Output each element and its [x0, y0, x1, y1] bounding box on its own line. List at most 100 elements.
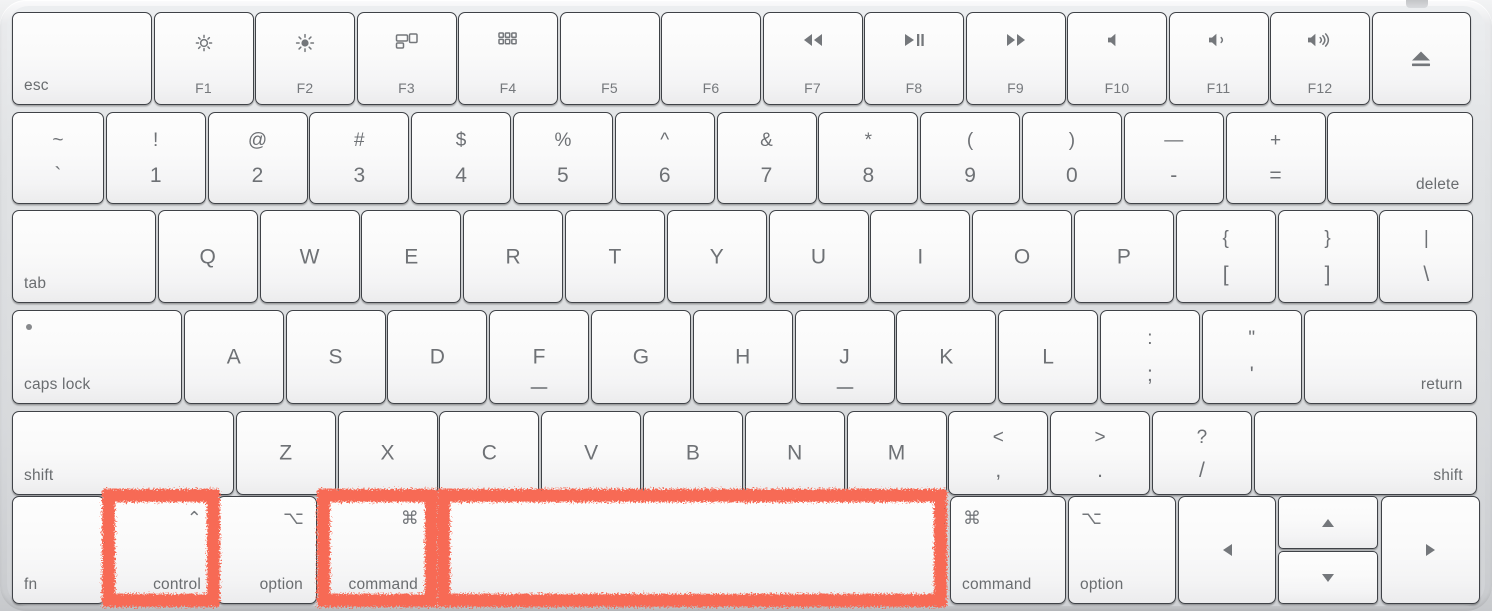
- key-fn[interactable]: fn: [12, 496, 105, 604]
- key-0[interactable]: ) 0: [1022, 112, 1122, 204]
- key-legend: [: [1222, 262, 1229, 286]
- key-quote[interactable]: " ': [1201, 310, 1302, 404]
- key-f5[interactable]: F5: [559, 12, 660, 105]
- key-bracketleft[interactable]: {[: [1175, 210, 1276, 303]
- key-arrow-left[interactable]: [1178, 496, 1276, 604]
- key-legend: caps lock: [24, 375, 91, 393]
- key-control[interactable]: ⌃ control: [107, 496, 215, 604]
- key-f10[interactable]: F10: [1067, 12, 1167, 105]
- key-legend-shifted: —: [1164, 130, 1184, 151]
- key-9[interactable]: (9: [920, 112, 1021, 204]
- key-equal[interactable]: + =: [1225, 112, 1326, 204]
- key-y[interactable]: Y: [666, 210, 767, 303]
- key-bracketright[interactable]: }]: [1277, 210, 1378, 303]
- key-legend-shifted: ?: [1196, 427, 1208, 449]
- key-option-right[interactable]: ⌥ option: [1068, 496, 1176, 604]
- key-arrow-up[interactable]: [1278, 496, 1378, 549]
- key-h[interactable]: H: [692, 310, 793, 404]
- key-minus[interactable]: — -: [1123, 112, 1224, 204]
- key-legend-shifted: {: [1222, 228, 1230, 250]
- key-6[interactable]: ^ 6: [614, 112, 715, 204]
- key-legend-shifted: &: [760, 130, 774, 151]
- key-v[interactable]: V: [541, 411, 642, 495]
- key-legend: H: [735, 345, 751, 369]
- key-f6[interactable]: F6: [661, 12, 761, 105]
- key-a[interactable]: A: [183, 310, 284, 404]
- key-slash[interactable]: ? /: [1152, 411, 1252, 495]
- key-legend: O: [1013, 245, 1031, 268]
- key-legend-shifted: *: [864, 130, 873, 151]
- key-grave[interactable]: ~ `: [12, 112, 104, 204]
- arrow-up-icon: [1279, 517, 1377, 529]
- key-tab[interactable]: tab: [12, 210, 156, 303]
- volume-up-icon: [1271, 32, 1369, 48]
- key-s[interactable]: S: [285, 310, 386, 404]
- key-legend-shifted: >: [1094, 427, 1106, 449]
- key-legend-shifted: +: [1269, 130, 1282, 151]
- key-c[interactable]: C: [439, 411, 540, 495]
- key-f7[interactable]: F7: [762, 12, 863, 105]
- key-o[interactable]: O: [972, 210, 1073, 303]
- key-u[interactable]: U: [768, 210, 869, 303]
- key-m[interactable]: M: [846, 411, 947, 495]
- key-legend: 8: [862, 164, 875, 188]
- key-legend: M: [887, 441, 906, 465]
- key-q[interactable]: Q: [157, 210, 258, 303]
- key-5[interactable]: % 5: [513, 112, 613, 204]
- key-i[interactable]: I: [870, 210, 971, 303]
- key-command-left[interactable]: ⌘ command: [322, 496, 432, 604]
- key-legend: 1: [149, 164, 162, 188]
- key-f12[interactable]: F12: [1270, 12, 1370, 105]
- key-shift-left[interactable]: shift: [12, 411, 234, 495]
- key-r[interactable]: R: [463, 210, 564, 303]
- key-f1[interactable]: F1: [153, 12, 254, 105]
- key-t[interactable]: T: [565, 210, 665, 303]
- key-semicolon[interactable]: :;: [1100, 310, 1200, 404]
- modifier-symbol: ⌘: [400, 508, 419, 528]
- key-d[interactable]: D: [387, 310, 488, 404]
- key-eject[interactable]: [1371, 12, 1471, 105]
- key-shift-right[interactable]: shift: [1253, 411, 1477, 495]
- key-w[interactable]: W: [259, 210, 360, 303]
- key-return[interactable]: return: [1303, 310, 1477, 404]
- key-n[interactable]: N: [744, 411, 845, 495]
- key-j[interactable]: J: [794, 310, 895, 404]
- key-space[interactable]: [440, 496, 945, 604]
- modifier-symbol: ⌥: [1081, 508, 1102, 528]
- key-z[interactable]: Z: [235, 411, 336, 495]
- key-f4[interactable]: F4: [458, 12, 558, 105]
- key-x[interactable]: X: [337, 411, 438, 495]
- key-arrow-right[interactable]: [1381, 496, 1480, 604]
- key-arrow-down[interactable]: [1278, 551, 1378, 604]
- key-legend: control: [153, 575, 201, 593]
- key-7[interactable]: & 7: [716, 112, 817, 204]
- key-esc[interactable]: esc: [12, 12, 152, 105]
- key-k[interactable]: K: [896, 310, 997, 404]
- key-f3[interactable]: F3: [356, 12, 457, 105]
- key-option-left[interactable]: ⌥ option: [217, 496, 317, 604]
- key-f8[interactable]: F8: [864, 12, 964, 105]
- key-4[interactable]: $4: [411, 112, 512, 204]
- key-backslash[interactable]: | \: [1379, 210, 1474, 303]
- key-delete[interactable]: delete: [1327, 112, 1474, 204]
- key-8[interactable]: * 8: [818, 112, 919, 204]
- key-2[interactable]: @2: [207, 112, 308, 204]
- key-command-right[interactable]: ⌘ command: [950, 496, 1066, 604]
- fn-key-label: F2: [296, 80, 314, 96]
- key-f[interactable]: F: [489, 310, 590, 404]
- key-comma[interactable]: <,: [948, 411, 1049, 495]
- key-e[interactable]: E: [361, 210, 462, 303]
- key-legend: Z: [279, 441, 293, 465]
- key-f2[interactable]: F2: [255, 12, 355, 105]
- key-g[interactable]: G: [591, 310, 691, 404]
- key-period[interactable]: >.: [1050, 411, 1151, 495]
- key-3[interactable]: #3: [309, 112, 410, 204]
- key-p[interactable]: P: [1074, 210, 1174, 303]
- key-capslock[interactable]: caps lock: [12, 310, 182, 404]
- key-f9[interactable]: F9: [965, 12, 1066, 105]
- key-b[interactable]: B: [643, 411, 743, 495]
- key-f11[interactable]: F11: [1168, 12, 1269, 105]
- key-l[interactable]: L: [998, 310, 1099, 404]
- key-1[interactable]: ! 1: [105, 112, 206, 204]
- key-legend: shift: [24, 466, 54, 484]
